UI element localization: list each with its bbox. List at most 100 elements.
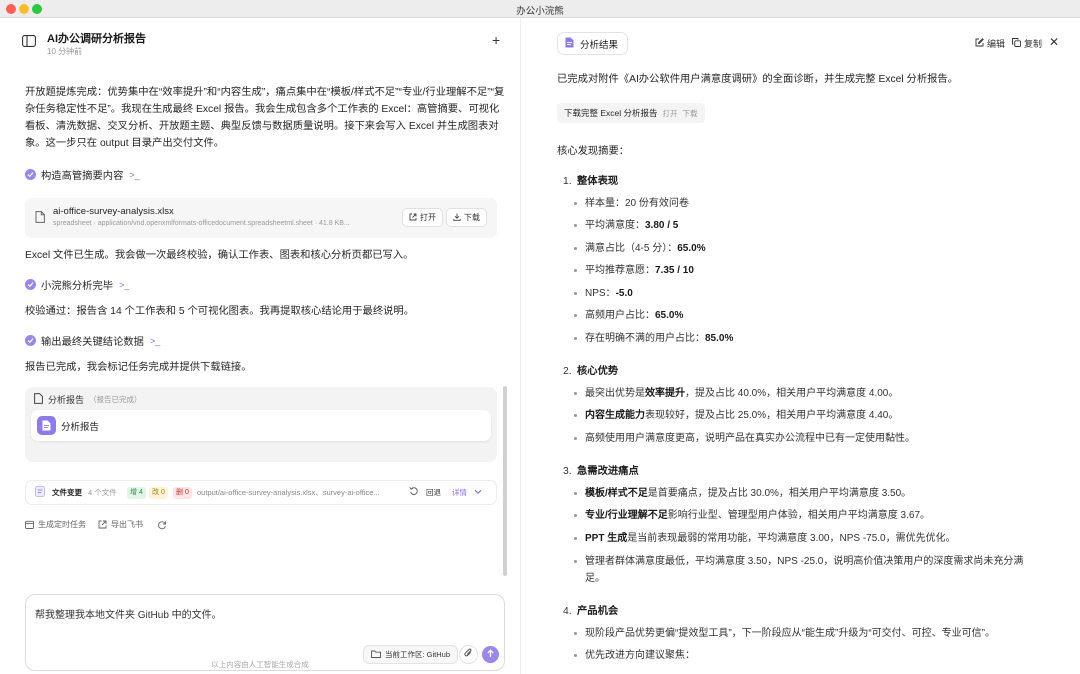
schedule-task-button[interactable]: 生成定时任务 (25, 519, 86, 530)
tab-label: 分析结果 (580, 39, 619, 51)
list-item: 专业/行业理解不足影响行业型、管理型用户体验，相关用户平均满意度 3.67。 (574, 507, 1055, 524)
list-item: 优先改进方向建议聚焦： (574, 647, 1055, 664)
terminal-icon: >_ (129, 169, 140, 180)
download-report-link[interactable]: 下载 (683, 108, 698, 119)
list-item: 满意占比（4-5 分）：65.0% (574, 240, 1055, 257)
download-file-button[interactable]: 下载 (446, 208, 487, 227)
composer-input[interactable]: 帮我整理我本地文件夹 GitHub 中的文件。 (35, 606, 222, 621)
assistant-message-1: 开放题提炼完成：优势集中在“效率提升”和“内容生成”，痛点集中在“模板/样式不足… (25, 87, 505, 149)
step-item[interactable]: 输出最终关键结论数据 >_ (25, 333, 160, 348)
assistant-message-4: 报告已完成，我会标记任务完成并提供下载链接。 (25, 362, 252, 373)
message-actions: 生成定时任务 导出飞书 (25, 519, 167, 530)
step-item[interactable]: 小浣熊分析完毕 >_ (25, 277, 129, 292)
file-changes-paths: output/ai-office-survey-analysis.xlsx、su… (197, 488, 380, 497)
window-title: 办公小浣熊 (516, 6, 564, 17)
file-changes-bar[interactable]: 文件变更 4 个文件 增 4 改 0 删 0 output/ai-office-… (25, 480, 497, 505)
rollback-icon[interactable] (409, 486, 419, 498)
list-item: 存在明确不满的用户占比：85.0% (574, 330, 1055, 347)
list-item: 内容生成能力表现较好，提及占比 25.0%，相关用户平均满意度 4.40。 (574, 407, 1055, 424)
list-item: 高频用户占比：65.0% (574, 307, 1055, 324)
window-titlebar: 办公小浣熊 (0, 0, 1080, 18)
list-item: 管理者群体满意度最低，平均满意度 3.50，NPS -25.0，说明高价值决策用… (574, 553, 1035, 587)
chevron-down-icon[interactable] (474, 488, 482, 497)
list-item: 现阶段产品优势更偏“提效型工具”，下一阶段应从“能生成”升级为“可交付、可控、专… (574, 625, 1055, 642)
check-icon (25, 279, 36, 290)
list-item: 平均满意度：3.80 / 5 (574, 217, 1055, 234)
report-status: （报告已完成） (89, 395, 142, 404)
step-label: 小浣熊分析完毕 (41, 281, 114, 292)
list-item: 模板/样式不足是首要痛点，提及占比 30.0%，相关用户平均满意度 3.50。 (574, 485, 1055, 502)
added-badge: 增 4 (127, 487, 146, 499)
export-feishu-label: 导出飞书 (111, 520, 143, 529)
chat-scrollbar[interactable] (503, 386, 507, 576)
download-report-label: 下载完整 Excel 分析报告 (564, 108, 658, 118)
report-group: 分析报告 （报告已完成） 分析报告 (25, 387, 497, 462)
check-icon (25, 169, 36, 180)
step-label: 构造高管摘要内容 (41, 171, 124, 182)
export-feishu-button[interactable]: 导出飞书 (98, 519, 143, 530)
calendar-icon (25, 520, 34, 529)
open-report-link[interactable]: 打开 (663, 108, 678, 119)
rollback-button[interactable]: 回退 (426, 487, 441, 498)
file-changes-label: 文件变更 (52, 488, 82, 497)
modified-badge: 改 0 (149, 487, 168, 499)
details-button[interactable]: 详情 (452, 487, 467, 498)
list-item: PPT 生成是当前表现最弱的常用功能，平均满意度 3.00，NPS -75.0，… (574, 530, 1055, 547)
edit-label: 编辑 (987, 39, 1006, 49)
terminal-icon: >_ (149, 335, 161, 346)
step-item[interactable]: 构造高管摘要内容 >_ (25, 167, 140, 182)
panel-intro: 已完成对附件《AI办公软件用户满意度调研》的全面诊断，并生成完整 Excel 分… (557, 74, 959, 85)
document-icon (565, 37, 574, 51)
open-file-button[interactable]: 打开 (402, 208, 443, 227)
section-heading: 3. 急需改进痛点 (563, 466, 639, 477)
export-icon (98, 520, 107, 529)
summary-heading: 核心发现摘要： (557, 146, 630, 157)
folder-icon (371, 650, 381, 660)
download-report-button[interactable]: 下载完整 Excel 分析报告 打开 下载 (557, 103, 705, 123)
list-item: NPS：-5.0 (574, 285, 1055, 302)
schedule-task-label: 生成定时任务 (38, 520, 86, 529)
assistant-message-3: 校验通过：报告含 14 个工作表和 5 个可视化图表。我再提取核心结论用于最终说… (25, 306, 415, 317)
section-heading: 4. 产品机会 (563, 606, 619, 617)
file-meta: spreadsheet · application/vnd.openxmlfor… (53, 220, 350, 227)
download-file-label: 下载 (464, 213, 480, 222)
open-file-label: 打开 (420, 213, 436, 222)
list-item: 样本量：20 份有效问卷 (574, 195, 1055, 212)
close-icon[interactable]: ✕ (1049, 35, 1059, 49)
new-chat-plus-icon[interactable]: + (492, 33, 500, 47)
download-icon (453, 213, 461, 223)
list-item: 高频使用用户满意度更高，说明产品在真实办公流程中已有一定使用黏性。 (574, 430, 1055, 447)
section-heading: 1. 整体表现 (563, 176, 619, 187)
copy-label: 复制 (1024, 39, 1043, 49)
report-card[interactable]: 分析报告 (31, 410, 491, 441)
assistant-message-2: Excel 文件已生成。我会做一次最终校验，确认工作表、图表和核心分析页都已写入… (25, 250, 414, 261)
tab-analysis-results[interactable]: 分析结果 (557, 32, 629, 55)
edit-button[interactable]: 编辑 (975, 37, 1005, 50)
analysis-panel: 分析结果 编辑 复制 ✕ 已完成对附件《AI办公软件用户满意度调研》的全面诊断，… (521, 18, 1080, 674)
ai-disclaimer: 以上内容由人工智能生成合成 (211, 660, 309, 669)
list-item: 最突出优势是效率提升，提及占比 40.0%，相关用户平均满意度 4.00。 (574, 385, 1055, 402)
chat-timestamp: 10 分钟前 (47, 47, 83, 56)
external-link-icon (409, 213, 417, 223)
check-icon (25, 335, 36, 346)
copy-button[interactable]: 复制 (1012, 37, 1042, 50)
report-card-label: 分析报告 (61, 422, 100, 433)
file-changes-icon (35, 486, 45, 499)
copy-icon (1012, 38, 1021, 49)
section-heading: 2. 核心优势 (563, 366, 619, 377)
chat-pane: AI办公调研分析报告 10 分钟前 + 开放题提炼完成：优势集中在“效率提升”和… (0, 18, 520, 674)
step-label: 输出最终关键结论数据 (41, 337, 144, 348)
document-icon (34, 393, 43, 406)
chat-title: AI办公调研分析报告 (47, 33, 146, 45)
file-attachment-card[interactable]: ai-office-survey-analysis.xlsx spreadshe… (25, 198, 497, 238)
report-document-icon (37, 416, 56, 435)
report-header: 分析报告 （报告已完成） (34, 393, 142, 406)
sidebar-toggle-icon[interactable] (22, 35, 36, 47)
edit-icon (975, 38, 984, 49)
terminal-icon: >_ (119, 279, 130, 290)
report-header-label: 分析报告 (48, 395, 85, 405)
file-icon (35, 211, 45, 226)
deleted-badge: 删 0 (173, 487, 192, 499)
file-name: ai-office-survey-analysis.xlsx (53, 206, 174, 217)
refresh-icon[interactable] (157, 520, 167, 530)
